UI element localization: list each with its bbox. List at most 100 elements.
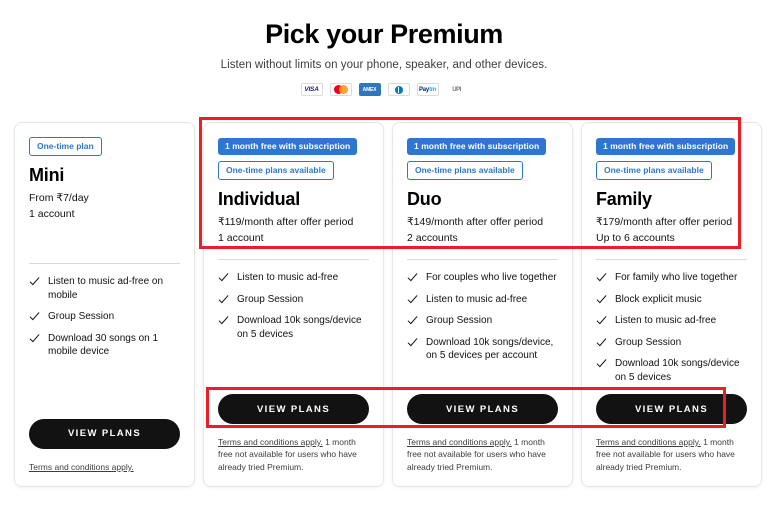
terms-text: Terms and conditions apply. 1 month free…: [218, 436, 369, 473]
card-divider: [218, 259, 369, 261]
list-item: Group Session: [407, 314, 558, 328]
view-plans-button[interactable]: VIEW PLANS: [407, 394, 558, 425]
check-icon: [407, 272, 418, 283]
check-icon: [596, 337, 607, 348]
feature-text: For couples who live together: [426, 272, 557, 284]
check-icon: [596, 294, 607, 305]
check-icon: [407, 315, 418, 326]
plan-name: Mini: [29, 165, 65, 185]
card-footer: VIEW PLANS Terms and conditions apply.: [29, 418, 180, 486]
plan-name: Individual: [218, 189, 301, 209]
feature-text: Download 30 songs on 1 mobile device: [48, 332, 159, 358]
list-item: Group Session: [596, 336, 747, 350]
plan-price: From ₹7/day: [29, 191, 89, 204]
mastercard-logo-icon: [329, 83, 352, 97]
plan-price: ₹149/month after offer period: [407, 215, 544, 228]
check-icon: [218, 315, 229, 326]
list-item: Download 10k songs/device on 5 devices: [596, 357, 747, 384]
page-subtitle: Listen without limits on your phone, spe…: [220, 59, 548, 72]
check-icon: [29, 276, 40, 287]
list-item: Download 10k songs/device, on 5 devices …: [407, 336, 558, 363]
check-icon: [29, 311, 40, 322]
feature-text: Listen to music ad-free: [426, 293, 528, 305]
check-icon: [29, 333, 40, 344]
list-item: Listen to music ad-free: [596, 314, 747, 328]
card-divider: [596, 259, 747, 261]
feature-text: Listen to music ad-free: [615, 315, 717, 327]
one-time-plans-available-badge: One-time plans available: [218, 161, 334, 180]
plan-cards-container: One-time plan Mini From ₹7/day 1 account…: [14, 122, 762, 487]
plan-card-family[interactable]: 1 month free with subscription One-time …: [581, 122, 762, 487]
terms-text: Terms and conditions apply. 1 month free…: [596, 436, 747, 473]
list-item: Download 30 songs on 1 mobile device: [29, 332, 180, 359]
plan-features-list: For couples who live together Listen to …: [407, 271, 558, 363]
check-icon: [596, 358, 607, 369]
paytm-logo-icon: Pay tm: [416, 83, 439, 97]
terms-and-conditions-link[interactable]: Terms and conditions apply.: [218, 437, 323, 447]
card-divider: [29, 263, 180, 265]
list-item: For couples who live together: [407, 271, 558, 285]
list-item: Group Session: [29, 310, 180, 324]
feature-text: Download 10k songs/device on 5 devices: [237, 315, 362, 340]
amex-logo-icon: AMEX: [358, 83, 381, 97]
page-title: Pick your Premium: [265, 19, 503, 49]
view-plans-button[interactable]: VIEW PLANS: [596, 394, 747, 425]
list-item: Listen to music ad-free: [407, 293, 558, 307]
terms-and-conditions-link[interactable]: Terms and conditions apply.: [596, 437, 701, 447]
list-item: Listen to music ad-free: [218, 271, 369, 285]
feature-text: Download 10k songs/device on 5 devices: [615, 358, 740, 383]
payment-methods-row: VISA AMEX Pay tm UPI: [0, 83, 768, 97]
plan-features-list: For family who live together Block expli…: [596, 271, 747, 384]
plan-accounts: 1 account: [29, 207, 75, 220]
card-footer: VIEW PLANS Terms and conditions apply. 1…: [596, 394, 747, 486]
feature-text: Block explicit music: [615, 293, 702, 305]
terms-text: Terms and conditions apply.: [29, 461, 180, 473]
list-item: Listen to music ad-free on mobile: [29, 275, 180, 302]
plan-card-mini[interactable]: One-time plan Mini From ₹7/day 1 account…: [14, 122, 195, 487]
feature-text: Group Session: [426, 315, 493, 327]
plan-price: ₹179/month after offer period: [596, 215, 733, 228]
card-footer: VIEW PLANS Terms and conditions apply. 1…: [218, 394, 369, 486]
check-icon: [218, 294, 229, 305]
check-icon: [407, 337, 418, 348]
upi-logo-icon: UPI: [445, 83, 468, 97]
visa-logo-icon: VISA: [300, 83, 323, 97]
view-plans-button[interactable]: VIEW PLANS: [218, 394, 369, 425]
card-divider: [407, 259, 558, 261]
view-plans-button[interactable]: VIEW PLANS: [29, 418, 180, 449]
list-item: Block explicit music: [596, 293, 747, 307]
list-item: Download 10k songs/device on 5 devices: [218, 314, 369, 341]
premium-pricing-page: Pick your Premium Listen without limits …: [0, 0, 768, 507]
plan-card-individual[interactable]: 1 month free with subscription One-time …: [203, 122, 384, 487]
one-time-plans-available-badge: One-time plans available: [596, 161, 712, 180]
feature-text: Download 10k songs/device, on 5 devices …: [426, 336, 554, 362]
check-icon: [407, 294, 418, 305]
card-footer: VIEW PLANS Terms and conditions apply. 1…: [407, 394, 558, 486]
one-time-plans-available-badge: One-time plans available: [407, 161, 523, 180]
check-icon: [596, 272, 607, 283]
terms-text: Terms and conditions apply. 1 month free…: [407, 436, 558, 473]
list-item: Group Session: [218, 293, 369, 307]
feature-text: Group Session: [615, 336, 682, 348]
terms-and-conditions-link[interactable]: Terms and conditions apply.: [407, 437, 512, 447]
feature-text: Group Session: [48, 311, 115, 323]
one-month-free-badge: 1 month free with subscription: [596, 138, 736, 155]
one-time-plan-badge: One-time plan: [29, 137, 102, 156]
one-month-free-badge: 1 month free with subscription: [407, 138, 547, 155]
feature-text: Group Session: [237, 293, 304, 305]
plan-features-list: Listen to music ad-free Group Session Do…: [218, 271, 369, 341]
check-icon: [218, 272, 229, 283]
page-header: Pick your Premium Listen without limits …: [0, 0, 768, 97]
plan-accounts: Up to 6 accounts: [596, 231, 675, 244]
plan-price: ₹119/month after offer period: [218, 215, 354, 228]
terms-and-conditions-link[interactable]: Terms and conditions apply.: [29, 462, 134, 472]
feature-text: For family who live together: [615, 272, 738, 284]
plan-features-list: Listen to music ad-free on mobile Group …: [29, 275, 180, 359]
plan-card-duo[interactable]: 1 month free with subscription One-time …: [392, 122, 573, 487]
plan-name: Duo: [407, 189, 442, 209]
check-icon: [596, 315, 607, 326]
feature-text: Listen to music ad-free: [237, 272, 339, 284]
plan-name: Family: [596, 189, 652, 209]
one-month-free-badge: 1 month free with subscription: [218, 138, 358, 155]
feature-text: Listen to music ad-free on mobile: [48, 276, 164, 301]
